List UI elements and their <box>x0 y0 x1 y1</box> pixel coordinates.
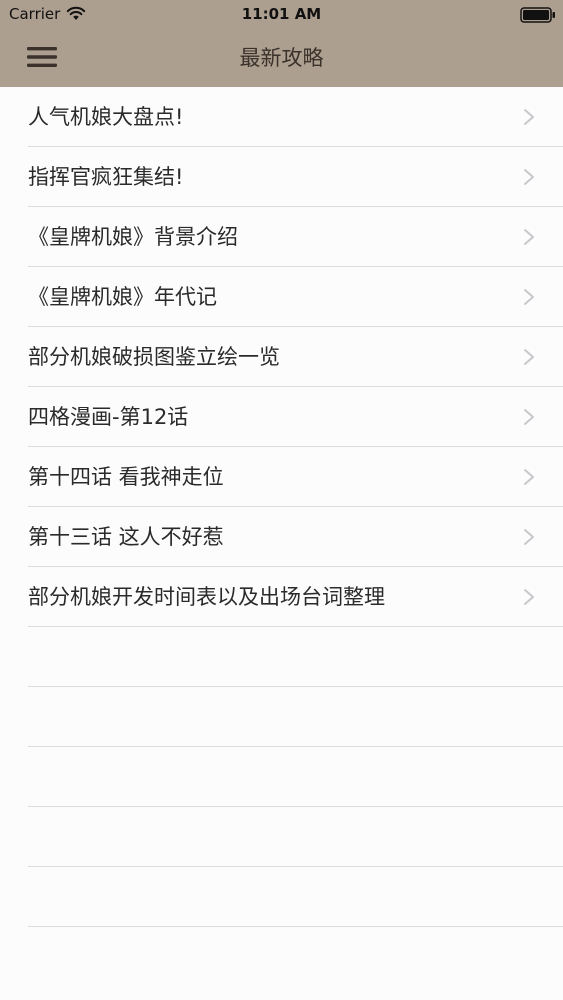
list-item-label: 部分机娘开发时间表以及出场台词整理 <box>28 585 385 609</box>
status-time: 11:01 AM <box>241 5 322 23</box>
chevron-right-icon <box>524 469 534 485</box>
empty-row <box>0 687 563 747</box>
empty-row <box>0 867 563 927</box>
empty-row <box>0 747 563 807</box>
chevron-right-icon <box>524 229 534 245</box>
chevron-right-icon <box>524 169 534 185</box>
list-item-label: 第十四话 看我神走位 <box>28 465 224 489</box>
empty-row <box>0 807 563 867</box>
list-item-label: 《皇牌机娘》背景介绍 <box>28 225 238 249</box>
page-title: 最新攻略 <box>239 46 324 70</box>
list-item-label: 部分机娘破损图鉴立绘一览 <box>28 345 280 369</box>
chevron-right-icon <box>524 409 534 425</box>
status-bar: Carrier 11:01 AM <box>0 0 563 30</box>
header: Carrier 11:01 AM 最新攻略 <box>0 0 563 87</box>
list-item[interactable]: 四格漫画-第12话 <box>0 387 563 447</box>
chevron-right-icon <box>524 529 534 545</box>
guide-list: 人气机娘大盘点! 指挥官疯狂集结! 《皇牌机娘》背景介绍 《皇牌机娘》年代记 部… <box>0 87 563 927</box>
list-item-label: 第十三话 这人不好惹 <box>28 525 224 549</box>
list-item[interactable]: 《皇牌机娘》背景介绍 <box>0 207 563 267</box>
chevron-right-icon <box>524 109 534 125</box>
list-item[interactable]: 部分机娘开发时间表以及出场台词整理 <box>0 567 563 627</box>
list-item[interactable]: 人气机娘大盘点! <box>0 87 563 147</box>
chevron-right-icon <box>524 349 534 365</box>
chevron-right-icon <box>524 289 534 305</box>
battery-icon <box>520 7 555 23</box>
list-item-label: 《皇牌机娘》年代记 <box>28 285 217 309</box>
list-item[interactable]: 第十四话 看我神走位 <box>0 447 563 507</box>
navigation-bar: 最新攻略 <box>0 30 563 87</box>
list-item-label: 四格漫画-第12话 <box>28 405 189 429</box>
chevron-right-icon <box>524 589 534 605</box>
list-item[interactable]: 指挥官疯狂集结! <box>0 147 563 207</box>
list-item[interactable]: 部分机娘破损图鉴立绘一览 <box>0 327 563 387</box>
list-item-label: 人气机娘大盘点! <box>28 105 184 129</box>
app-screen: Carrier 11:01 AM 最新攻略 人气机娘大盘点! 指挥官疯狂集结! … <box>0 0 563 1000</box>
empty-row <box>0 627 563 687</box>
list-item-label: 指挥官疯狂集结! <box>28 165 184 189</box>
list-item[interactable]: 《皇牌机娘》年代记 <box>0 267 563 327</box>
list-item[interactable]: 第十三话 这人不好惹 <box>0 507 563 567</box>
